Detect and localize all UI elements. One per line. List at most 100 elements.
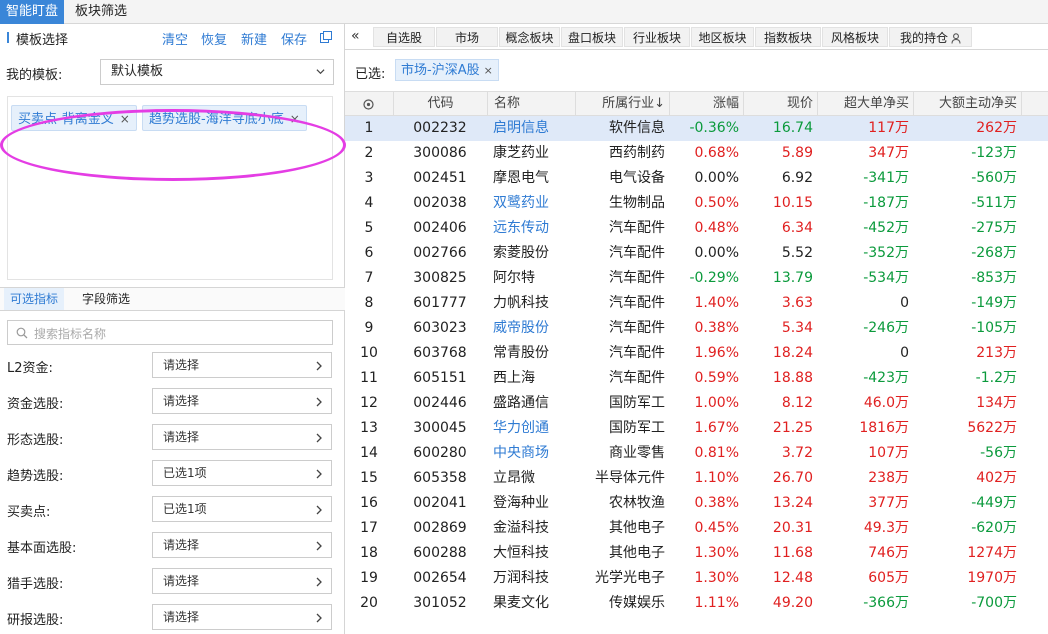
indicator-tag[interactable]: 买卖点-背离金叉 × — [11, 105, 137, 131]
header-super-large-net[interactable]: 超大单净买 — [817, 92, 913, 117]
table-row[interactable]: 5 002406 远东传动 汽车配件 0.48% 6.34 -452万 -275万 — [345, 216, 1048, 241]
table-row[interactable]: 12 002446 盛路通信 国防军工 1.00% 8.12 46.0万 134万 — [345, 391, 1048, 416]
filter-select[interactable]: 已选1项 — [152, 460, 332, 486]
header-large-active-net[interactable]: 大额主动净买 — [913, 92, 1021, 117]
row-index: 20 — [360, 595, 378, 611]
stock-name[interactable]: 中央商场 — [487, 441, 575, 466]
stock-name[interactable]: 盛路通信 — [487, 391, 575, 416]
filter-select[interactable]: 请选择 — [152, 424, 332, 450]
filter-label: 研报选股: — [7, 613, 64, 628]
table-row[interactable]: 7 300825 阿尔特 汽车配件 -0.29% 13.79 -534万 -853万 — [345, 266, 1048, 291]
table-row[interactable]: 17 002869 金溢科技 其他电子 0.45% 20.31 49.3万 -620万 — [345, 516, 1048, 541]
tab-sector-filter[interactable]: 板块筛选 — [69, 0, 133, 24]
stock-name[interactable]: 摩恩电气 — [487, 166, 575, 191]
stock-name[interactable]: 阿尔特 — [487, 266, 575, 291]
my-template-select[interactable]: 默认模板 — [100, 59, 334, 85]
filter-select[interactable]: 已选1项 — [152, 496, 332, 522]
table-row[interactable]: 13 300045 华力创通 国防军工 1.67% 21.25 1816万 5622万 — [345, 416, 1048, 441]
row-index: 13 — [360, 420, 378, 436]
stock-industry: 半导体元件 — [595, 470, 665, 486]
stock-code: 002654 — [413, 570, 467, 586]
row-index: 1 — [364, 120, 374, 136]
table-row[interactable]: 2 300086 康芝药业 西药制药 0.68% 5.89 347万 -123万 — [345, 141, 1048, 166]
filter-value: 请选择 — [163, 430, 200, 444]
selected-market-tag[interactable]: 市场-沪深A股 × — [395, 59, 499, 81]
table-row[interactable]: 4 002038 双鹭药业 生物制品 0.50% 10.15 -187万 -511万 — [345, 191, 1048, 216]
clear-button[interactable]: 清空 — [162, 29, 188, 48]
stock-name[interactable]: 大恒科技 — [487, 541, 575, 566]
stock-name[interactable]: 立昂微 — [487, 466, 575, 491]
stock-change: 0.48% — [694, 220, 739, 236]
collapse-icon[interactable]: « — [351, 28, 360, 44]
stock-name[interactable]: 索菱股份 — [487, 241, 575, 266]
stock-name[interactable]: 华力创通 — [487, 416, 575, 441]
table-row[interactable]: 1 002232 启明信息 软件信息 -0.36% 16.74 117万 262万 — [345, 116, 1048, 141]
stock-name[interactable]: 威帝股份 — [487, 316, 575, 341]
filter-select[interactable]: 请选择 — [152, 388, 332, 414]
header-price[interactable]: 现价 — [743, 92, 817, 117]
table-row[interactable]: 11 605151 西上海 汽车配件 0.59% 18.88 -423万 -1.2万 — [345, 366, 1048, 391]
header-name[interactable]: 名称 — [487, 92, 575, 117]
stock-industry: 汽车配件 — [609, 245, 665, 261]
stock-name[interactable]: 力帆科技 — [487, 291, 575, 316]
stock-change: -0.36% — [689, 120, 739, 136]
column-settings[interactable] — [345, 92, 393, 117]
stock-change: 0.59% — [694, 370, 739, 386]
selected-indicators-box: 买卖点-背离金叉 × 趋势选股-海洋寻底小底 × — [7, 96, 333, 280]
filter-select[interactable]: 请选择 — [152, 568, 332, 594]
indicator-tag[interactable]: 趋势选股-海洋寻底小底 × — [142, 105, 307, 131]
table-row[interactable]: 8 601777 力帆科技 汽车配件 1.40% 3.63 0 -149万 — [345, 291, 1048, 316]
filter-select[interactable]: 请选择 — [152, 604, 332, 630]
market-tab[interactable]: 自选股 — [373, 27, 435, 47]
remove-tag-icon[interactable]: × — [484, 64, 493, 77]
stock-code: 002041 — [413, 495, 467, 511]
new-button[interactable]: 新建 — [241, 29, 267, 48]
table-row[interactable]: 3 002451 摩恩电气 电气设备 0.00% 6.92 -341万 -560万 — [345, 166, 1048, 191]
table-row[interactable]: 14 600280 中央商场 商业零售 0.81% 3.72 107万 -56万 — [345, 441, 1048, 466]
stock-change: 0.00% — [694, 245, 739, 261]
filter-select[interactable]: 请选择 — [152, 532, 332, 558]
stock-name[interactable]: 远东传动 — [487, 216, 575, 241]
restore-button[interactable]: 恢复 — [201, 29, 227, 48]
search-input[interactable]: 搜索指标名称 — [7, 320, 333, 345]
market-tab[interactable]: 盘口板块 — [561, 27, 623, 47]
stock-price: 8.12 — [781, 395, 813, 411]
tab-field-filter[interactable]: 字段筛选 — [76, 288, 136, 310]
market-tab[interactable]: 指数板块 — [755, 27, 821, 47]
table-row[interactable]: 20 301052 果麦文化 传媒娱乐 1.11% 49.20 -366万 -700万 — [345, 591, 1048, 616]
header-change[interactable]: 涨幅 — [669, 92, 743, 117]
remove-tag-icon[interactable]: × — [290, 112, 300, 126]
market-tab[interactable]: 风格板块 — [822, 27, 888, 47]
stock-name[interactable]: 西上海 — [487, 366, 575, 391]
table-row[interactable]: 15 605358 立昂微 半导体元件 1.10% 26.70 238万 402万 — [345, 466, 1048, 491]
table-row[interactable]: 6 002766 索菱股份 汽车配件 0.00% 5.52 -352万 -268万 — [345, 241, 1048, 266]
header-code[interactable]: 代码 — [393, 92, 487, 117]
table-row[interactable]: 9 603023 威帝股份 汽车配件 0.38% 5.34 -246万 -105万 — [345, 316, 1048, 341]
table-row[interactable]: 19 002654 万润科技 光学光电子 1.30% 12.48 605万 1970万 — [345, 566, 1048, 591]
tab-smart-watch[interactable]: 智能盯盘 — [0, 0, 65, 24]
market-tab[interactable]: 行业板块 — [624, 27, 690, 47]
header-industry[interactable]: 所属行业↓ — [575, 92, 669, 117]
filter-value: 请选择 — [163, 394, 200, 408]
remove-tag-icon[interactable]: × — [120, 112, 130, 126]
stock-name[interactable]: 登海种业 — [487, 491, 575, 516]
market-tab-label: 盘口板块 — [567, 31, 616, 45]
table-row[interactable]: 10 603768 常青股份 汽车配件 1.96% 18.24 0 213万 — [345, 341, 1048, 366]
stock-name[interactable]: 启明信息 — [487, 116, 575, 141]
save-button[interactable]: 保存 — [281, 29, 307, 48]
stock-name[interactable]: 常青股份 — [487, 341, 575, 366]
stock-name[interactable]: 康芝药业 — [487, 141, 575, 166]
copy-icon[interactable] — [320, 31, 332, 43]
market-tab[interactable]: 地区板块 — [691, 27, 754, 47]
table-row[interactable]: 18 600288 大恒科技 其他电子 1.30% 11.68 746万 1274万 — [345, 541, 1048, 566]
filter-select[interactable]: 请选择 — [152, 352, 332, 378]
market-tab[interactable]: 我的持仓 — [889, 27, 972, 47]
stock-name[interactable]: 万润科技 — [487, 566, 575, 591]
stock-name[interactable]: 金溢科技 — [487, 516, 575, 541]
market-tab[interactable]: 概念板块 — [499, 27, 560, 47]
table-row[interactable]: 16 002041 登海种业 农林牧渔 0.38% 13.24 377万 -449万 — [345, 491, 1048, 516]
stock-name[interactable]: 双鹭药业 — [487, 191, 575, 216]
stock-name[interactable]: 果麦文化 — [487, 591, 575, 616]
tab-available-indicators[interactable]: 可选指标 — [4, 288, 65, 310]
market-tab[interactable]: 市场 — [436, 27, 498, 47]
